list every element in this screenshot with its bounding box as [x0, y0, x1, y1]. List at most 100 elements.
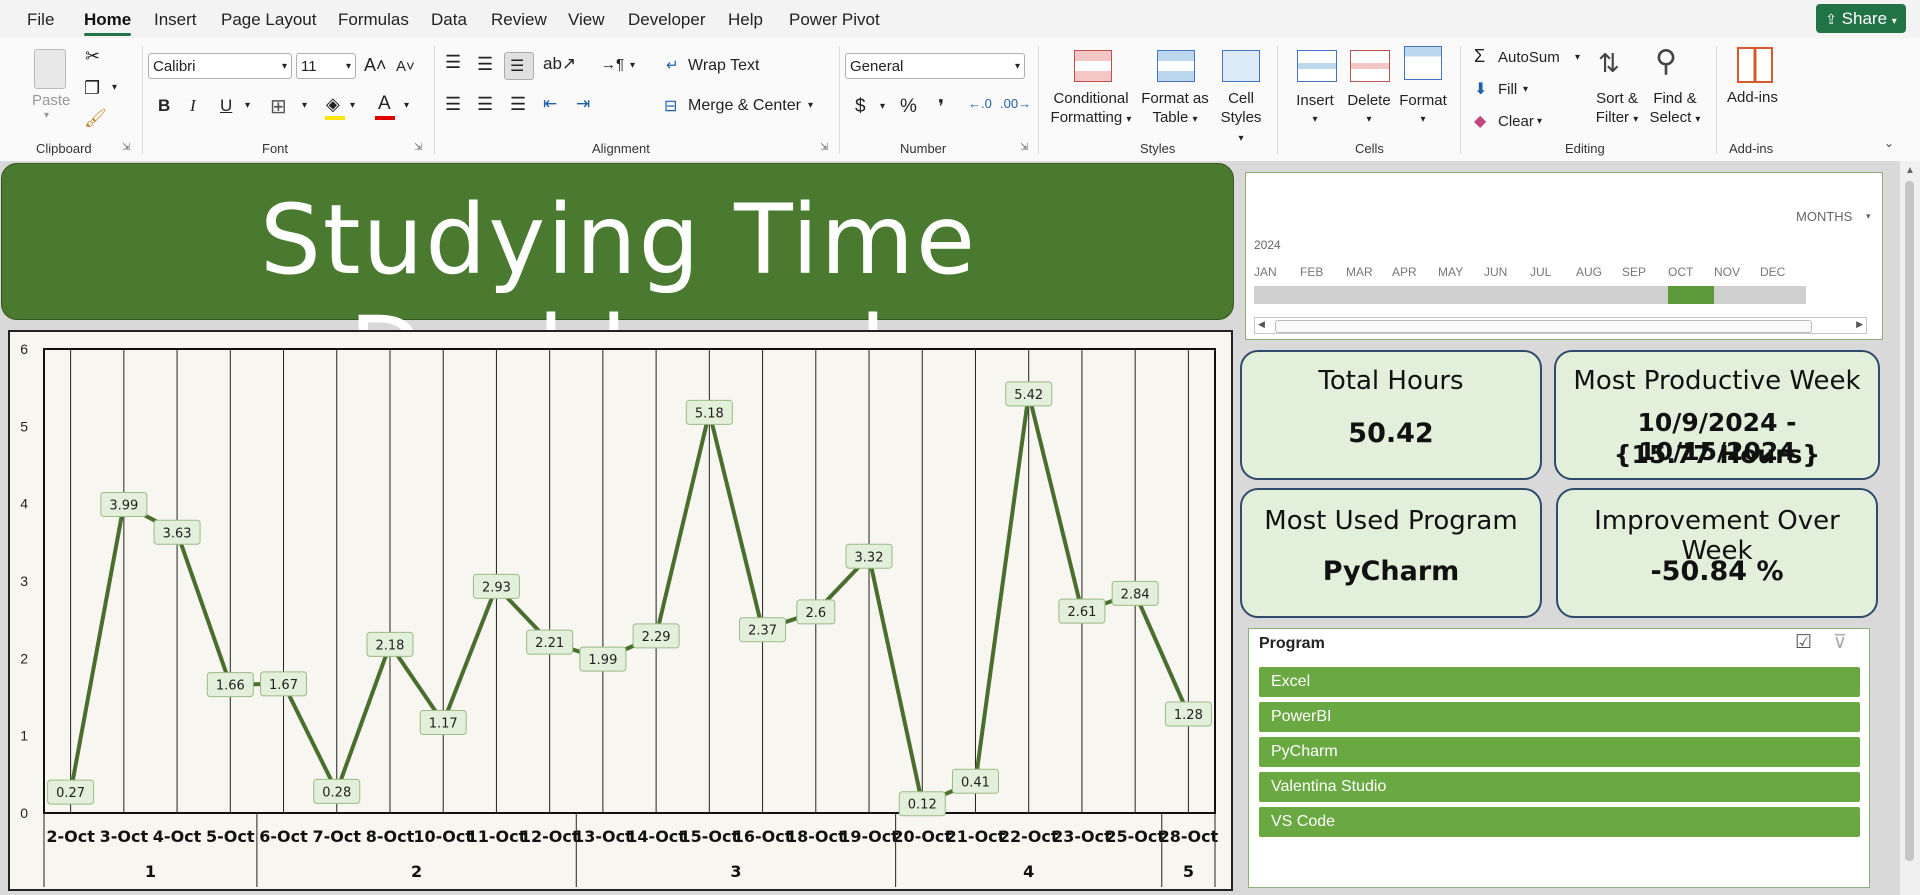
font-size-combo[interactable]: 11 ▾: [296, 53, 356, 79]
comma-style-button[interactable]: ❜: [938, 96, 944, 119]
chevron-down-icon[interactable]: ▾: [112, 82, 117, 93]
slicer-item-valentina-studio[interactable]: Valentina Studio: [1259, 772, 1860, 802]
scroll-up-icon[interactable]: ▲: [1905, 165, 1915, 176]
chevron-down-icon[interactable]: ▾: [1537, 116, 1542, 127]
increase-font-icon[interactable]: A˄: [364, 55, 387, 76]
insert-cells-icon[interactable]: [1297, 50, 1337, 82]
decrease-decimal-icon[interactable]: .00→: [1000, 96, 1031, 111]
find-select-button[interactable]: Find & Select ▾: [1640, 89, 1710, 129]
scrollbar-thumb[interactable]: [1905, 181, 1914, 861]
timeline-month-bar[interactable]: [1714, 286, 1760, 304]
vertical-scrollbar[interactable]: ▲: [1900, 161, 1920, 895]
cut-icon[interactable]: ✂: [85, 46, 100, 67]
font-name-combo[interactable]: Calibri ▾: [148, 53, 292, 79]
clear-button[interactable]: Clear: [1498, 113, 1534, 130]
increase-decimal-icon[interactable]: ←.0: [968, 96, 992, 111]
chevron-down-icon[interactable]: ▾: [630, 60, 635, 71]
timeline-scrollbar[interactable]: ◀ ▶: [1254, 317, 1867, 334]
menu-power-pivot[interactable]: Power Pivot: [789, 10, 880, 30]
multi-select-icon[interactable]: ☑: [1795, 631, 1812, 654]
text-direction-icon[interactable]: →¶: [601, 56, 624, 73]
delete-cells-icon[interactable]: [1350, 50, 1390, 82]
fill-color-icon[interactable]: ◈: [326, 94, 340, 115]
insert-cells-button[interactable]: Insert ▾: [1290, 91, 1340, 129]
timeline-month-bar[interactable]: [1576, 286, 1622, 304]
timeline-month-bar[interactable]: [1760, 286, 1806, 304]
format-painter-icon[interactable]: 🖌: [84, 108, 107, 129]
decrease-indent-icon[interactable]: ⇤: [543, 94, 557, 114]
align-top-icon[interactable]: ☰: [445, 52, 461, 73]
slicer-item-pycharm[interactable]: PyCharm: [1259, 737, 1860, 767]
delete-cells-button[interactable]: Delete ▾: [1344, 91, 1394, 129]
dialog-launcher-icon[interactable]: ⇲: [1020, 142, 1028, 153]
paste-button[interactable]: Paste: [32, 92, 70, 109]
timeline-scroll-thumb[interactable]: [1275, 320, 1812, 333]
copy-icon[interactable]: ❐: [84, 78, 100, 99]
chevron-down-icon[interactable]: ▾: [44, 110, 49, 121]
format-cells-button[interactable]: Format ▾: [1396, 91, 1450, 129]
search-icon[interactable]: ⚲: [1655, 44, 1677, 79]
menu-home[interactable]: Home: [84, 10, 131, 30]
add-ins-button[interactable]: Add-ins: [1727, 89, 1778, 106]
sort-filter-icon[interactable]: ⇅: [1598, 48, 1620, 79]
format-as-table-icon[interactable]: [1157, 50, 1195, 82]
menu-developer[interactable]: Developer: [628, 10, 706, 30]
share-button[interactable]: ⇪ Share ▾: [1816, 4, 1906, 33]
chevron-down-icon[interactable]: ▾: [350, 100, 355, 111]
number-format-combo[interactable]: General ▾: [845, 53, 1025, 79]
bold-button[interactable]: B: [158, 96, 170, 116]
autosum-icon[interactable]: Σ: [1474, 46, 1485, 67]
slicer-item-powerbi[interactable]: PowerBI: [1259, 702, 1860, 732]
percent-button[interactable]: %: [900, 96, 917, 118]
timeline-slicer[interactable]: MONTHS ▾ 2024 JAN FEB MAR APR MAY JUN JUL AUG SE…: [1245, 172, 1883, 340]
timeline-level-label[interactable]: MONTHS: [1796, 209, 1852, 224]
menu-help[interactable]: Help: [728, 10, 763, 30]
wrap-text-button[interactable]: Wrap Text: [688, 57, 759, 75]
align-right-icon[interactable]: ☰: [510, 94, 526, 115]
timeline-month-bar[interactable]: [1346, 286, 1392, 304]
conditional-formatting-icon[interactable]: [1074, 50, 1112, 82]
menu-review[interactable]: Review: [491, 10, 547, 30]
dialog-launcher-icon[interactable]: ⇲: [122, 142, 130, 153]
menu-formulas[interactable]: Formulas: [338, 10, 409, 30]
borders-icon[interactable]: ⊞: [270, 94, 287, 119]
align-left-icon[interactable]: ☰: [445, 94, 461, 115]
chevron-down-icon[interactable]: ▾: [1866, 211, 1871, 222]
timeline-month-bar[interactable]: [1392, 286, 1438, 304]
chevron-down-icon[interactable]: ▾: [245, 100, 250, 111]
scroll-left-icon[interactable]: ◀: [1258, 319, 1265, 330]
dialog-launcher-icon[interactable]: ⇲: [414, 142, 422, 153]
wrap-text-icon[interactable]: ↵: [666, 56, 679, 74]
add-ins-icon[interactable]: [1737, 47, 1773, 83]
orientation-icon[interactable]: ab↗: [543, 54, 576, 74]
cell-styles-icon[interactable]: [1222, 50, 1260, 82]
menu-page-layout[interactable]: Page Layout: [221, 10, 316, 30]
fill-icon[interactable]: ⬇: [1474, 79, 1487, 99]
chevron-down-icon[interactable]: ▾: [1575, 52, 1580, 63]
clear-filter-icon[interactable]: ⊽: [1833, 631, 1847, 654]
dialog-launcher-icon[interactable]: ⇲: [820, 142, 828, 153]
chevron-down-icon[interactable]: ▾: [1523, 84, 1528, 95]
timeline-month-bar[interactable]: [1622, 286, 1668, 304]
scroll-right-icon[interactable]: ▶: [1856, 319, 1863, 330]
chevron-down-icon[interactable]: ▾: [302, 100, 307, 111]
chevron-down-icon[interactable]: ▾: [880, 101, 885, 112]
italic-button[interactable]: I: [190, 96, 196, 116]
autosum-button[interactable]: AutoSum: [1498, 49, 1560, 66]
menu-data[interactable]: Data: [431, 10, 467, 30]
increase-indent-icon[interactable]: ⇥: [576, 94, 590, 114]
format-cells-icon[interactable]: [1404, 46, 1442, 80]
slicer-item-excel[interactable]: Excel: [1259, 667, 1860, 697]
timeline-month-bar[interactable]: [1300, 286, 1346, 304]
decrease-font-icon[interactable]: A˅: [396, 58, 415, 75]
currency-button[interactable]: $: [855, 96, 866, 118]
collapse-ribbon-icon[interactable]: ⌄: [1884, 136, 1894, 150]
chevron-down-icon[interactable]: ▾: [404, 100, 409, 111]
program-slicer[interactable]: Program ☑ ⊽ Excel PowerBI PyCharm Valent…: [1248, 628, 1870, 888]
study-hours-line-chart[interactable]: 0 1 2 3 4 5 6 2-Oct 3-Oct 4-Oct 5-Oct 6-Oct 7-Oct 8-O…: [8, 330, 1233, 891]
menu-insert[interactable]: Insert: [154, 10, 197, 30]
timeline-month-bar[interactable]: [1668, 286, 1714, 304]
timeline-month-bar[interactable]: [1484, 286, 1530, 304]
chevron-down-icon[interactable]: ▾: [808, 100, 813, 111]
eraser-icon[interactable]: ◆: [1474, 111, 1486, 131]
